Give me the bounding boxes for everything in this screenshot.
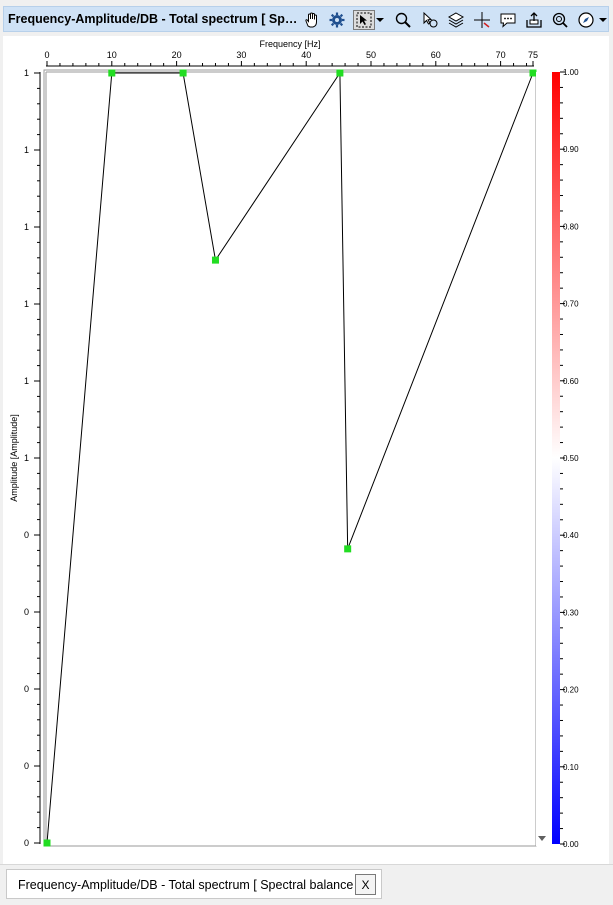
y-axis-major-ticks: 1 1 1 1 1 1 0 0 0 0 0 bbox=[24, 68, 40, 848]
data-point-marker[interactable] bbox=[344, 545, 352, 553]
x-tick-label: 10 bbox=[107, 50, 117, 60]
y-tick-label: 1 bbox=[24, 145, 29, 155]
compass-dropdown-icon[interactable] bbox=[599, 16, 607, 24]
plot-area[interactable] bbox=[43, 69, 537, 847]
export-icon[interactable] bbox=[523, 10, 545, 30]
document-tabbar: Frequency-Amplitude/DB - Total spectrum … bbox=[0, 864, 613, 905]
settings-gear-icon[interactable] bbox=[326, 10, 348, 30]
data-point-marker[interactable] bbox=[336, 69, 344, 77]
x-tick-label: 70 bbox=[496, 50, 506, 60]
x-tick-label: 50 bbox=[366, 50, 376, 60]
y-tick-label: 0 bbox=[24, 838, 29, 848]
colorbar-tick-label: 1.00 bbox=[563, 68, 579, 77]
annotation-comment-icon[interactable] bbox=[497, 10, 519, 30]
colorbar-ticks: 1.00 0.90 0.80 0.70 0.60 0.50 0.40 0.30 0.20 0.10… bbox=[560, 68, 579, 848]
x-tick-label: 0 bbox=[44, 50, 49, 60]
y-tick-label: 1 bbox=[24, 376, 29, 386]
tab-label: Frequency-Amplitude/DB - Total spectrum … bbox=[18, 878, 361, 892]
pan-hand-icon[interactable] bbox=[300, 10, 322, 30]
data-point-marker[interactable] bbox=[43, 839, 51, 847]
colorbar-tick-label: 0.70 bbox=[563, 300, 579, 309]
close-icon: X bbox=[361, 877, 370, 892]
data-point-marker[interactable] bbox=[179, 69, 187, 77]
tab-close-button[interactable]: X bbox=[355, 874, 376, 895]
x-tick-label: 75 bbox=[528, 50, 538, 60]
y-tick-label: 1 bbox=[24, 453, 29, 463]
y-tick-label: 1 bbox=[24, 68, 29, 78]
y-tick-label: 0 bbox=[24, 530, 29, 540]
colorbar-tick-label: 0.10 bbox=[563, 763, 579, 772]
vertical-scrollbar[interactable] bbox=[536, 72, 548, 846]
window-titlebar: Frequency-Amplitude/DB - Total spectrum … bbox=[3, 6, 609, 32]
frequency-amplitude-chart[interactable]: 0 10 20 30 40 50 60 70 75 Frequency [Hz] 1111110… bbox=[0, 36, 613, 848]
colorbar-tick-label: 0.40 bbox=[563, 531, 579, 540]
chevron-down-icon[interactable] bbox=[376, 16, 384, 24]
y-tick-label: 0 bbox=[24, 761, 29, 771]
colorbar bbox=[552, 72, 560, 844]
horizontal-scrollbar[interactable] bbox=[44, 847, 536, 848]
compass-icon[interactable] bbox=[575, 10, 597, 30]
window-title: Frequency-Amplitude/DB - Total spectrum … bbox=[8, 12, 300, 26]
colorbar-tick-label: 0.20 bbox=[563, 686, 579, 695]
x-axis-major-ticks: 0 10 20 30 40 50 60 70 75 bbox=[44, 50, 538, 66]
data-point-marker[interactable] bbox=[211, 256, 219, 264]
colorbar-tick-label: 0.30 bbox=[563, 608, 579, 617]
y-tick-label: 1 bbox=[24, 222, 29, 232]
x-tick-label: 20 bbox=[172, 50, 182, 60]
x-axis-label: Frequency [Hz] bbox=[259, 39, 320, 49]
y-tick-label: 0 bbox=[24, 684, 29, 694]
y-tick-label: 1 bbox=[24, 299, 29, 309]
select-arrow-icon[interactable] bbox=[353, 10, 375, 30]
data-point-marker[interactable] bbox=[529, 69, 537, 77]
target-zoom-icon[interactable] bbox=[549, 10, 571, 30]
pointer-pick-icon[interactable] bbox=[419, 10, 441, 30]
y-axis-label: Amplitude [Amplitude] bbox=[9, 414, 19, 502]
colorbar-tick-label: 0.80 bbox=[563, 222, 579, 231]
x-tick-label: 60 bbox=[431, 50, 441, 60]
colorbar-tick-label: 0.00 bbox=[563, 840, 579, 848]
colorbar-tick-label: 0.90 bbox=[563, 145, 579, 154]
colorbar-tick-label: 0.50 bbox=[563, 454, 579, 463]
zoom-magnifier-icon[interactable] bbox=[392, 10, 414, 30]
y-tick-label: 0 bbox=[24, 607, 29, 617]
layers-icon[interactable] bbox=[445, 10, 467, 30]
colorbar-tick-label: 0.60 bbox=[563, 377, 579, 386]
x-tick-label: 30 bbox=[236, 50, 246, 60]
data-point-marker[interactable] bbox=[108, 69, 116, 77]
x-tick-label: 40 bbox=[301, 50, 311, 60]
tab-spectral-balance[interactable]: Frequency-Amplitude/DB - Total spectrum … bbox=[6, 869, 382, 899]
crosshair-icon[interactable] bbox=[471, 10, 493, 30]
